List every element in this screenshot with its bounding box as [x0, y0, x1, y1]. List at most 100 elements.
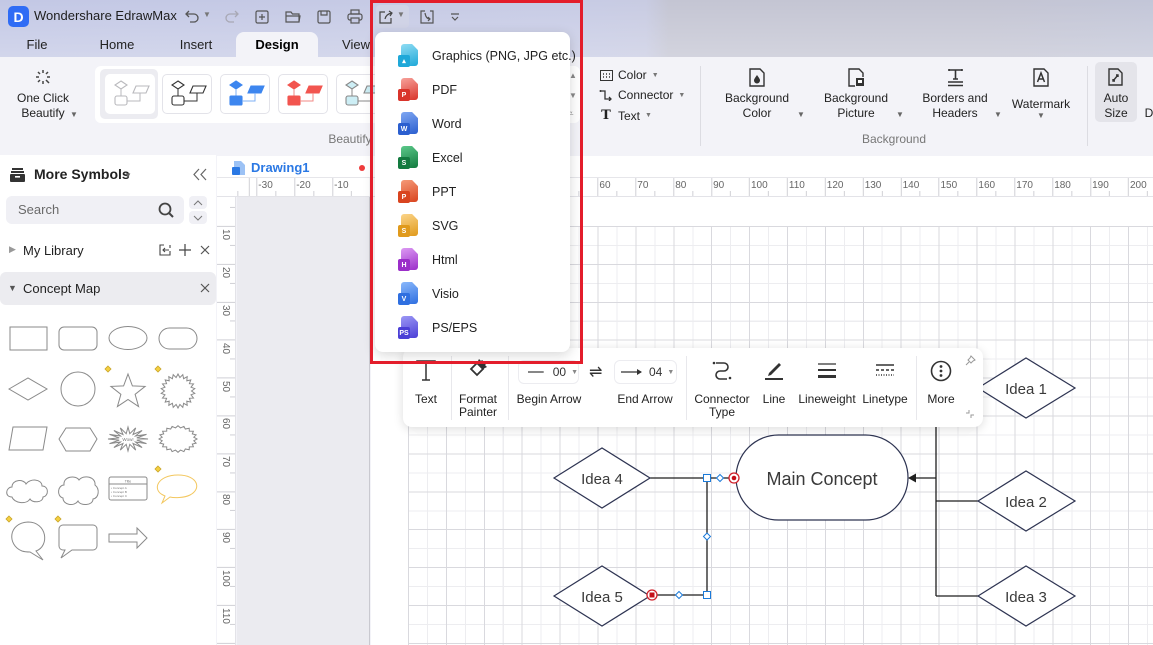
background-color-caret-icon[interactable]: ▼: [797, 110, 805, 119]
lineweight-button[interactable]: Lineweight: [797, 348, 857, 427]
shape-cloud-2[interactable]: [58, 476, 99, 506]
magic-wand-icon: [36, 70, 50, 84]
beautify-style-3[interactable]: [220, 74, 270, 114]
undo-caret-icon[interactable]: ▼: [203, 10, 211, 19]
shape-rounded-rectangle[interactable]: [58, 326, 98, 351]
pin-toolbar-icon[interactable]: [965, 355, 976, 366]
ruler-h-label: 110: [788, 180, 805, 191]
beautify-caret-icon[interactable]: ▼: [70, 110, 78, 119]
shape-circle[interactable]: [60, 371, 96, 407]
shape-cloud-burst[interactable]: [157, 425, 199, 453]
new-file-button[interactable]: [254, 5, 270, 28]
connector-dropdown[interactable]: Connector ▼: [599, 88, 685, 102]
print-button[interactable]: [346, 5, 364, 28]
more-symbols-title[interactable]: More Symbols: [34, 166, 130, 182]
ruler-corner: [217, 178, 236, 197]
add-library-icon[interactable]: [179, 244, 191, 256]
wow-shape-text: Wow!: [122, 437, 133, 442]
tab-file[interactable]: File: [17, 32, 57, 57]
chevron-down-icon: [193, 215, 203, 221]
begin-arrow-label: Begin Arrow: [516, 392, 582, 406]
tab-insert[interactable]: Insert: [172, 32, 220, 57]
undo-button[interactable]: [184, 5, 200, 28]
watermark-icon: [1033, 68, 1049, 87]
borders-headers-label-2: Headers: [932, 106, 978, 120]
connector-corner-handle[interactable]: [703, 591, 711, 599]
more-symbols-caret-icon[interactable]: ▼: [124, 171, 132, 180]
beautify-style-1[interactable]: [105, 74, 155, 114]
symbol-search-input[interactable]: [18, 202, 158, 217]
linetype-button[interactable]: Linetype: [859, 348, 911, 427]
undo-icon: [184, 10, 199, 23]
end-arrow-value: 04: [649, 365, 663, 379]
auto-size-label-1: Auto: [1103, 91, 1129, 105]
shape-oval-speech-bubble[interactable]: [11, 521, 46, 561]
lineweight-label: Lineweight: [798, 392, 856, 406]
borders-headers-caret-icon[interactable]: ▼: [994, 110, 1002, 119]
shape-cloud[interactable]: [6, 479, 48, 504]
shape-hexagon[interactable]: [58, 427, 98, 452]
swap-arrows-icon[interactable]: ⇌: [589, 362, 602, 382]
close-my-library-icon[interactable]: [200, 245, 210, 255]
end-arrow-dropdown[interactable]: 04 ▼: [614, 360, 677, 384]
search-prev-button[interactable]: [189, 196, 207, 209]
shape-rect-speech-bubble[interactable]: [58, 524, 98, 559]
connector-type-button[interactable]: Connector Type: [691, 348, 753, 427]
shape-parallelogram[interactable]: [8, 426, 48, 451]
ruler-h-label: 130: [864, 180, 882, 191]
shape-adjust-handle: [154, 365, 162, 373]
shape-adjust-handle: [104, 365, 112, 373]
more-options-button[interactable]: More: [921, 348, 961, 427]
expand-my-library-icon[interactable]: ▶: [9, 244, 16, 255]
import-library-icon[interactable]: [159, 244, 171, 256]
toolbar-separator: [451, 356, 452, 420]
my-library-label[interactable]: My Library: [23, 243, 84, 258]
collapse-category-icon[interactable]: ▼: [8, 283, 17, 293]
connector-style-icon: [599, 90, 612, 101]
watermark-label: Watermark: [1011, 97, 1071, 111]
redo-button[interactable]: [223, 5, 239, 28]
line-color-button[interactable]: Line: [755, 348, 793, 427]
document-tab-drawing1[interactable]: Drawing1: [251, 160, 310, 175]
text-tool-label: Text: [414, 392, 438, 406]
shape-stadium[interactable]: [158, 327, 198, 350]
shape-diamond[interactable]: [8, 377, 48, 401]
title-shape-item: • Concept C: [111, 494, 128, 498]
search-icon[interactable]: [158, 202, 175, 219]
app-logo: D: [8, 6, 29, 27]
ruler-h-label: 140: [902, 180, 920, 191]
connector-corner-handle[interactable]: [703, 474, 711, 482]
background-picture-label-1: Background: [823, 91, 889, 105]
arrow-line-icon: [621, 369, 642, 375]
collapse-toolbar-icon[interactable]: [965, 409, 975, 419]
shape-starburst[interactable]: [160, 372, 196, 410]
text-dropdown[interactable]: T Text ▼: [599, 108, 652, 123]
connector-start-handle[interactable]: [646, 589, 658, 601]
beautify-style-2[interactable]: [162, 74, 212, 114]
watermark-caret-icon[interactable]: ▼: [1037, 111, 1045, 120]
main-concept-shape[interactable]: [735, 434, 909, 521]
truncated-ribbon-label[interactable]: D: [1145, 106, 1153, 121]
shape-speech-bubble-yellow[interactable]: [156, 474, 198, 505]
tab-home[interactable]: Home: [92, 32, 142, 57]
chevron-up-icon: [193, 199, 203, 205]
color-dropdown[interactable]: Color ▼: [599, 68, 659, 82]
save-button[interactable]: [316, 5, 332, 28]
background-picture-caret-icon[interactable]: ▼: [896, 110, 904, 119]
ruler-h-label: -20: [296, 180, 311, 191]
search-next-button[interactable]: [189, 211, 207, 224]
beautify-group-label: Beautify: [328, 132, 372, 146]
beautify-style-4[interactable]: [278, 74, 328, 114]
connector-end-handle[interactable]: [728, 472, 740, 484]
ruler-v-label: 110: [220, 607, 231, 624]
shape-arrow[interactable]: [108, 526, 148, 550]
collapse-panel-icon[interactable]: [193, 168, 207, 181]
close-category-icon[interactable]: [200, 283, 210, 293]
shape-ellipse[interactable]: [108, 326, 148, 350]
ruler-h-label: 160: [978, 180, 996, 191]
open-button[interactable]: [284, 5, 302, 28]
shape-star[interactable]: [109, 372, 147, 408]
shape-rectangle[interactable]: [9, 326, 48, 351]
shape-adjust-handle: [5, 515, 13, 523]
tab-design[interactable]: Design: [236, 32, 318, 57]
